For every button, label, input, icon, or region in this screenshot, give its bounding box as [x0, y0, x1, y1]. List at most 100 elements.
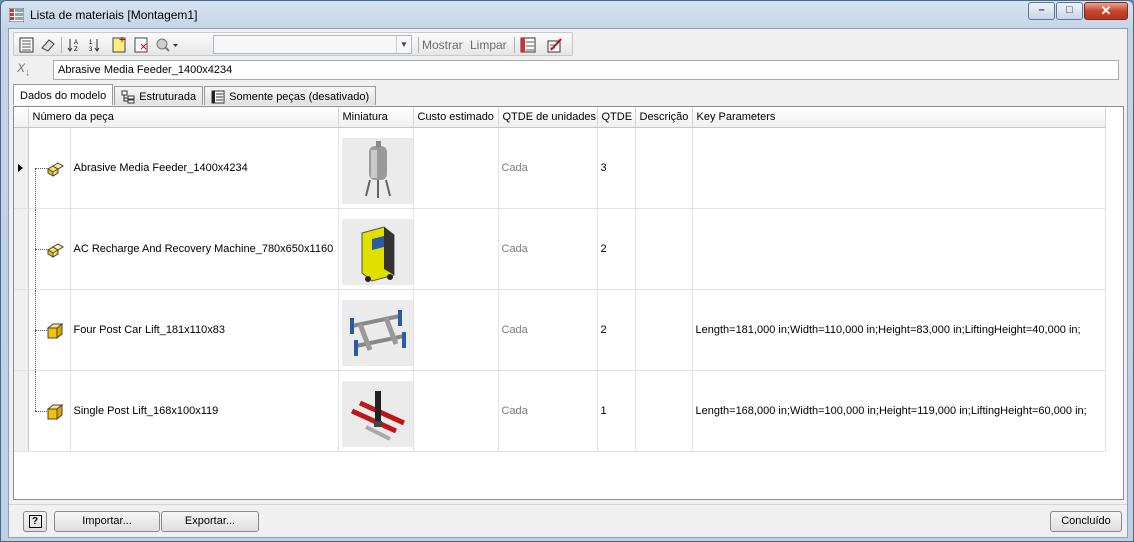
tab-model-data-label: Dados do modelo	[20, 90, 107, 102]
description-cell[interactable]	[635, 127, 693, 209]
minimize-icon: –	[1038, 4, 1045, 16]
single-post-lift-thumbnail	[341, 381, 412, 447]
thumbnail-cell	[338, 127, 414, 209]
estimated-cost-cell[interactable]	[413, 127, 499, 209]
formula-input[interactable]	[53, 60, 1119, 80]
eraser-icon[interactable]	[39, 36, 57, 54]
subassembly-icon	[46, 161, 64, 177]
col-header-thumbnail[interactable]: Miniatura	[338, 107, 414, 128]
ac-machine-thumbnail	[341, 219, 412, 285]
unit-qty-cell[interactable]: Cada	[498, 289, 598, 371]
tab-structured-label: Estruturada	[139, 91, 197, 103]
chevron-down-icon[interactable]: ▼	[396, 36, 411, 53]
description-cell[interactable]	[635, 289, 693, 371]
col-header-part-number[interactable]: Número da peça	[28, 107, 339, 128]
bom-grid: Número da peça Miniatura Custo estimado …	[13, 106, 1124, 500]
estimated-cost-cell[interactable]	[413, 208, 499, 290]
subassembly-icon	[46, 242, 64, 258]
formula-row: X↓	[13, 60, 1123, 82]
four-post-lift-thumbnail	[341, 300, 412, 366]
col-header-unit-qty[interactable]: QTDE de unidades	[498, 107, 598, 128]
thumbnail-cell	[338, 289, 414, 371]
toolbar: AZ 13 ▼ Mostrar Limpar	[13, 32, 573, 56]
remove-custom-icon[interactable]	[132, 36, 150, 54]
col-header-key-parameters[interactable]: Key Parameters	[692, 107, 1106, 128]
qty-cell[interactable]: 1	[597, 370, 636, 452]
key-parameters-cell[interactable]: Length=181,000 in;Width=110,000 in;Heigh…	[692, 289, 1106, 371]
maximize-button[interactable]: □	[1056, 2, 1083, 20]
row-selector[interactable]	[14, 289, 29, 371]
sort-icon[interactable]: AZ	[66, 36, 84, 54]
qty-cell[interactable]: 2	[597, 289, 636, 371]
bom-window: Lista de materiais [Montagem1] – □ ✕ AZ …	[0, 0, 1134, 542]
key-parameters-cell[interactable]: Length=168,000 in;Width=100,000 in;Heigh…	[692, 370, 1106, 452]
col-header-estimated-cost[interactable]: Custo estimado	[413, 107, 499, 128]
bom-properties-icon[interactable]	[18, 36, 36, 54]
part-number-cell[interactable]: Four Post Car Lift_181x110x83	[70, 289, 339, 371]
bom-app-icon	[9, 8, 24, 22]
col-header-description[interactable]: Descrição	[635, 107, 693, 128]
dialog-client: AZ 13 ▼ Mostrar Limpar X↓ Dados do model…	[8, 28, 1128, 538]
maximize-icon: □	[1066, 4, 1073, 16]
structured-icon	[121, 90, 135, 104]
tab-structured[interactable]: Estruturada	[114, 86, 204, 105]
tab-model-data[interactable]: Dados do modelo	[13, 84, 114, 105]
part-number-cell[interactable]: Single Post Lift_168x100x119	[70, 370, 339, 452]
unit-qty-cell[interactable]: Cada	[498, 127, 598, 209]
table-row[interactable]: Abrasive Media Feeder_1400x4234 Cada 3	[14, 127, 1106, 209]
column-chooser-icon[interactable]	[519, 36, 537, 54]
table-row[interactable]: Single Post Lift_168x100x119 Cada 1 Leng…	[14, 370, 1106, 452]
row-selector[interactable]	[14, 208, 29, 290]
title-bar[interactable]: Lista de materiais [Montagem1] – □ ✕	[1, 1, 1133, 28]
view-combo[interactable]: ▼	[213, 35, 412, 54]
table-row[interactable]: AC Recharge And Recovery Machine_780x650…	[14, 208, 1106, 290]
key-parameters-cell[interactable]	[692, 127, 1106, 209]
estimated-cost-cell[interactable]	[413, 289, 499, 371]
svg-text:1: 1	[89, 40, 93, 46]
dialog-footer: ? Importar... Exportar... Concluído	[9, 504, 1127, 537]
row-selector-header	[14, 107, 29, 128]
key-parameters-cell[interactable]	[692, 208, 1106, 290]
unit-qty-cell[interactable]: Cada	[498, 208, 598, 290]
row-selector[interactable]	[14, 370, 29, 452]
part-number-cell[interactable]: Abrasive Media Feeder_1400x4234	[70, 127, 339, 209]
tree-cell	[28, 289, 71, 371]
tab-strip: Dados do modelo Estruturada Somente peça…	[13, 84, 377, 106]
grid-header: Número da peça Miniatura Custo estimado …	[14, 107, 1106, 128]
done-button[interactable]: Concluído	[1050, 511, 1122, 532]
parts-only-icon	[211, 90, 225, 104]
current-row-icon	[18, 163, 23, 172]
add-custom-icon[interactable]	[110, 36, 128, 54]
help-icon: ?	[28, 515, 42, 528]
description-cell[interactable]	[635, 208, 693, 290]
minimize-button[interactable]: –	[1028, 2, 1055, 20]
tree-cell	[28, 127, 71, 209]
thumbnail-cell	[338, 208, 414, 290]
import-button[interactable]: Importar...	[54, 511, 160, 532]
unit-qty-cell[interactable]: Cada	[498, 370, 598, 452]
formula-icon[interactable]: X↓	[17, 61, 39, 81]
feeder-thumbnail	[341, 138, 412, 204]
part-icon	[46, 322, 63, 339]
qty-cell[interactable]: 3	[597, 127, 636, 209]
tab-parts-only-label: Somente peças (desativado)	[229, 91, 370, 103]
description-cell[interactable]	[635, 370, 693, 452]
close-icon: ✕	[1100, 3, 1112, 18]
tree-cell	[28, 370, 71, 452]
qty-cell[interactable]: 2	[597, 208, 636, 290]
clear-button[interactable]: Limpar	[470, 38, 507, 52]
show-button[interactable]: Mostrar	[422, 38, 463, 52]
tree-cell	[28, 208, 71, 290]
renumber-icon[interactable]: 13	[88, 36, 106, 54]
help-button[interactable]: ?	[23, 511, 47, 532]
part-number-cell[interactable]: AC Recharge And Recovery Machine_780x650…	[70, 208, 339, 290]
table-row[interactable]: Four Post Car Lift_181x110x83 Cada 2 Len…	[14, 289, 1106, 371]
estimated-cost-cell[interactable]	[413, 370, 499, 452]
close-button[interactable]: ✕	[1084, 2, 1128, 20]
row-selector[interactable]	[14, 127, 29, 209]
find-dropdown-icon[interactable]	[154, 36, 180, 54]
export-button[interactable]: Exportar...	[161, 511, 259, 532]
export-settings-icon[interactable]	[546, 36, 564, 54]
tab-parts-only[interactable]: Somente peças (desativado)	[204, 86, 377, 105]
col-header-qty[interactable]: QTDE	[597, 107, 636, 128]
